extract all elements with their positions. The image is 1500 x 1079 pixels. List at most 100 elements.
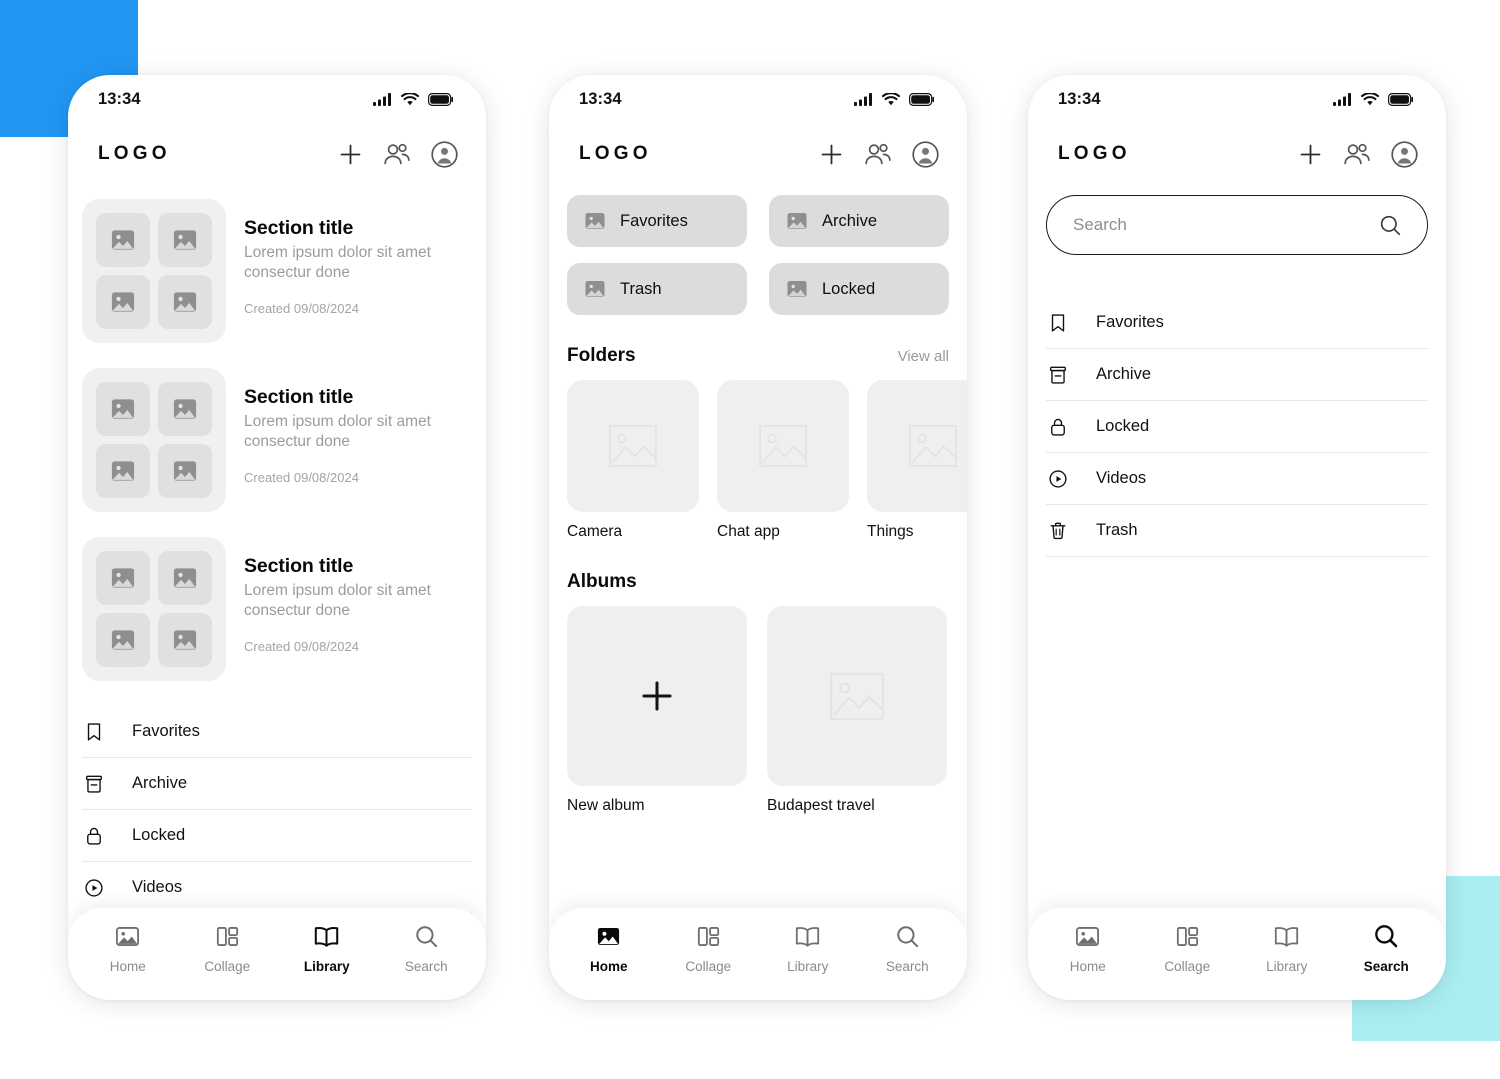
list-item[interactable]: Favorites [1046, 297, 1428, 349]
folder-tile[interactable]: Things [867, 380, 967, 541]
chip-favorites[interactable]: Favorites [567, 195, 747, 247]
section-created-date: Created 09/08/2024 [244, 469, 359, 485]
list-item[interactable]: Videos [1046, 453, 1428, 505]
folder-name: Things [867, 523, 914, 540]
chip-locked[interactable]: Locked [769, 263, 949, 315]
photo-icon [595, 923, 622, 950]
album-tile[interactable]: Budapest travel [767, 606, 947, 815]
album-name: New album [567, 797, 645, 814]
folder-name: Chat app [717, 523, 780, 540]
list-item-label: Archive [132, 774, 188, 792]
section-thumb-grid [82, 368, 226, 512]
tab-collage[interactable]: Collage [668, 923, 748, 974]
tab-library[interactable]: Library [1247, 923, 1327, 974]
image-outline-icon [909, 425, 957, 467]
list-item[interactable]: Trash [1046, 505, 1428, 557]
search-bar[interactable] [1046, 195, 1428, 255]
chip-archive[interactable]: Archive [769, 195, 949, 247]
thumb [158, 444, 212, 498]
collage-icon [1174, 923, 1201, 950]
search-icon[interactable] [1378, 213, 1403, 238]
list-item[interactable]: Locked [82, 810, 472, 862]
tab-label: Library [1266, 958, 1308, 974]
wifi-icon [1361, 92, 1379, 106]
signal-bars-icon [1333, 92, 1352, 106]
account-circle-icon[interactable] [912, 140, 939, 168]
people-icon[interactable] [383, 142, 411, 167]
logo: LOGO [579, 143, 652, 164]
list-item[interactable]: Locked [1046, 401, 1428, 453]
chip-label: Archive [822, 211, 878, 230]
search-icon [1372, 922, 1400, 950]
list-item-label: Favorites [132, 722, 200, 740]
search-icon [413, 923, 440, 950]
status-bar: 13:34 [68, 75, 486, 123]
folder-tile[interactable]: Chat app [717, 380, 849, 541]
account-circle-icon[interactable] [1391, 140, 1418, 168]
people-icon[interactable] [1343, 142, 1371, 167]
section-subtitle: Lorem ipsum dolor sit amet consectur don… [244, 582, 431, 620]
section-text: Section title Lorem ipsum dolor sit amet… [244, 537, 459, 681]
section-card[interactable]: Section title Lorem ipsum dolor sit amet… [82, 368, 464, 512]
tab-search[interactable]: Search [1346, 922, 1426, 974]
tab-search[interactable]: Search [386, 923, 466, 974]
tab-home[interactable]: Home [1048, 923, 1128, 974]
bottom-tab-bar: Home Collage Library Search [1028, 908, 1446, 1000]
signal-bars-icon [854, 92, 873, 106]
book-icon [312, 923, 341, 950]
tab-home[interactable]: Home [88, 923, 168, 974]
list-item-label: Videos [1096, 469, 1147, 487]
tab-home[interactable]: Home [569, 923, 649, 974]
section-card[interactable]: Section title Lorem ipsum dolor sit amet… [82, 537, 464, 681]
bottom-tab-bar: Home Collage Library Search [68, 908, 486, 1000]
thumb [158, 275, 212, 329]
folders-header: Folders View all [549, 345, 967, 367]
lock-icon [82, 825, 106, 847]
tab-label: Home [589, 958, 628, 974]
tab-library[interactable]: Library [768, 923, 848, 974]
album-tile-new[interactable]: New album [567, 606, 747, 815]
screen-home: 13:34 LOGO Favorites Archive Trash Locke… [549, 75, 967, 1000]
list-item-label: Favorites [1096, 313, 1164, 331]
albums-header: Albums [549, 571, 967, 593]
list-item[interactable]: Favorites [82, 706, 472, 758]
folders-view-all-link[interactable]: View all [898, 348, 949, 365]
bookmark-icon [82, 721, 106, 743]
list-item[interactable]: Archive [82, 758, 472, 810]
section-card[interactable]: Section title Lorem ipsum dolor sit amet… [82, 199, 464, 343]
plus-icon[interactable] [819, 142, 844, 167]
tab-collage[interactable]: Collage [1147, 923, 1227, 974]
plus-icon[interactable] [1298, 142, 1323, 167]
section-card-list: Section title Lorem ipsum dolor sit amet… [68, 185, 486, 681]
album-thumb [767, 606, 947, 786]
mockup-stage: 13:34 LOGO Section title Lorem ipsum dol… [0, 0, 1500, 1079]
tab-collage[interactable]: Collage [187, 923, 267, 974]
archive-icon [82, 773, 106, 795]
tab-label: Library [787, 958, 829, 974]
folder-thumb [567, 380, 699, 512]
section-subtitle: Lorem ipsum dolor sit amet consectur don… [244, 244, 431, 282]
plus-icon[interactable] [338, 142, 363, 167]
list-item[interactable]: Videos [82, 862, 472, 914]
logo: LOGO [1058, 143, 1131, 164]
photo-placeholder-icon [583, 209, 607, 233]
tab-search[interactable]: Search [867, 923, 947, 974]
section-title: Section title [244, 217, 354, 239]
tab-label: Search [1363, 959, 1409, 974]
tab-label: Home [1069, 958, 1106, 974]
account-circle-icon[interactable] [431, 140, 458, 168]
section-thumb-grid [82, 199, 226, 343]
plus-icon [640, 679, 674, 713]
list-item-label: Archive [1096, 365, 1152, 383]
section-text: Section title Lorem ipsum dolor sit amet… [244, 199, 459, 343]
chip-trash[interactable]: Trash [567, 263, 747, 315]
tab-library[interactable]: Library [287, 923, 367, 974]
list-item[interactable]: Archive [1046, 349, 1428, 401]
status-bar: 13:34 [1028, 75, 1446, 123]
section-title: Section title [244, 386, 354, 408]
section-subtitle: Lorem ipsum dolor sit amet consectur don… [244, 413, 431, 451]
people-icon[interactable] [864, 142, 892, 167]
folder-tile[interactable]: Camera [567, 380, 699, 541]
search-input[interactable] [1073, 215, 1368, 235]
folder-name: Camera [567, 523, 623, 540]
